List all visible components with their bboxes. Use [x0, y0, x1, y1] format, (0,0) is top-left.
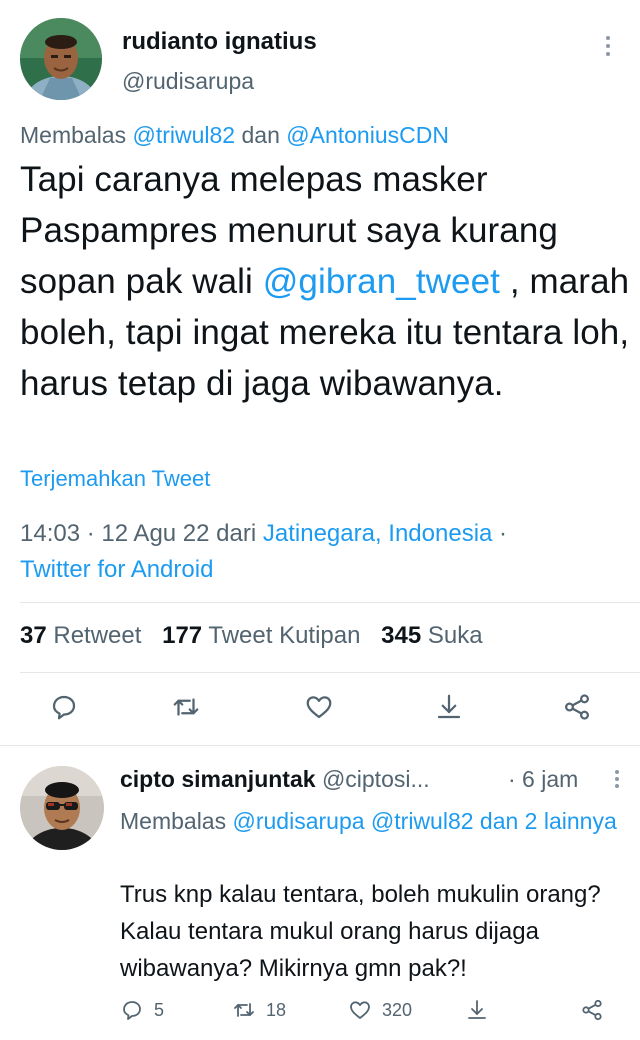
reply-author-name[interactable]: cipto simanjuntak: [120, 766, 316, 792]
reply-comment-button[interactable]: 5: [120, 998, 164, 1022]
reply-time[interactable]: · 6 jam: [508, 766, 578, 793]
heart-icon: [350, 1001, 370, 1019]
retweets-count: 37: [20, 622, 47, 649]
likes-stat[interactable]: 345 Suka: [381, 622, 482, 649]
from-label: dari: [216, 520, 257, 547]
replying-to: Membalas @triwul82 dan @AntoniusCDN: [20, 122, 449, 149]
download-icon: [468, 1000, 486, 1019]
author-avatar[interactable]: [20, 18, 102, 100]
thread-separator: [0, 745, 640, 746]
tweet-client[interactable]: Twitter for Android: [20, 556, 213, 583]
translate-tweet-link[interactable]: Terjemahkan Tweet: [20, 466, 210, 492]
reply-share-button[interactable]: [580, 998, 604, 1022]
retweet-count: 18: [266, 999, 287, 1020]
mention-gibran-tweet[interactable]: @gibran_tweet: [263, 262, 500, 301]
heart-icon[interactable]: [302, 690, 336, 724]
author-name[interactable]: rudianto ignatius: [122, 28, 317, 56]
reply-mention-antoniuscdn[interactable]: @AntoniusCDN: [286, 122, 449, 148]
reply-retweet-button[interactable]: 18: [232, 998, 286, 1022]
reply-replying-to: Membalas @rudisarupa @triwul82 dan 2 lai…: [120, 803, 630, 839]
reply-download-button[interactable]: [465, 998, 489, 1022]
reply-conjunction: dan: [241, 122, 280, 148]
like-count: 320: [382, 999, 413, 1020]
author-handle[interactable]: @rudisarupa: [122, 68, 254, 95]
reply-action-bar: 5 18 320: [120, 998, 620, 1028]
likes-label: Suka: [427, 622, 483, 649]
likes-count: 345: [381, 622, 422, 649]
tweet-date[interactable]: 12 Agu 22: [101, 520, 209, 547]
quotes-stat[interactable]: 177 Tweet Kutipan: [162, 622, 360, 649]
share-icon[interactable]: [560, 690, 594, 724]
share-icon: [582, 999, 602, 1021]
retweets-stat[interactable]: 37 Retweet: [20, 622, 141, 649]
main-tweet: rudianto ignatius @rudisarupa Membalas @…: [0, 0, 640, 745]
reply-prefix: Membalas: [20, 122, 127, 148]
retweet-icon: [234, 1003, 254, 1017]
tweet-location[interactable]: Jatinegara, Indonesia: [263, 520, 493, 547]
quotes-count: 177: [162, 622, 203, 649]
reply-mention-triwul82[interactable]: @triwul82: [371, 808, 474, 834]
reply-author-avatar[interactable]: [20, 766, 104, 850]
tweet-metadata: 14:03 · 12 Agu 22 dari Jatinegara, Indon…: [20, 520, 508, 583]
reply-mention-rudisarupa[interactable]: @rudisarupa: [233, 808, 365, 834]
reply-mention-triwul82[interactable]: @triwul82: [133, 122, 236, 148]
more-vertical-icon[interactable]: [603, 36, 613, 56]
reply-header: cipto simanjuntak @ciptosi...: [120, 766, 430, 793]
comment-icon: [123, 1001, 141, 1020]
retweet-icon[interactable]: [169, 690, 203, 724]
quotes-label: Tweet Kutipan: [208, 622, 361, 649]
reply-count: 5: [154, 999, 165, 1020]
reply-mention-others[interactable]: dan 2 lainnya: [480, 808, 617, 834]
download-icon[interactable]: [432, 690, 466, 724]
comment-icon[interactable]: [47, 690, 81, 724]
divider: [20, 672, 640, 673]
retweets-label: Retweet: [53, 622, 142, 649]
reply-more-vertical-icon[interactable]: [612, 770, 622, 788]
divider: [20, 602, 640, 603]
engagement-stats: 37 Retweet 177 Tweet Kutipan 345 Suka: [20, 622, 497, 650]
tweet-text: Tapi caranya melepas masker Paspampres m…: [20, 154, 630, 409]
reply-text: Trus knp kalau tentara, boleh mukulin or…: [120, 881, 601, 982]
reply-like-button[interactable]: 320: [348, 998, 412, 1022]
reply-author-handle[interactable]: @ciptosi...: [322, 766, 430, 792]
tweet-time[interactable]: 14:03: [20, 520, 80, 547]
reply-prefix: Membalas: [120, 808, 227, 834]
